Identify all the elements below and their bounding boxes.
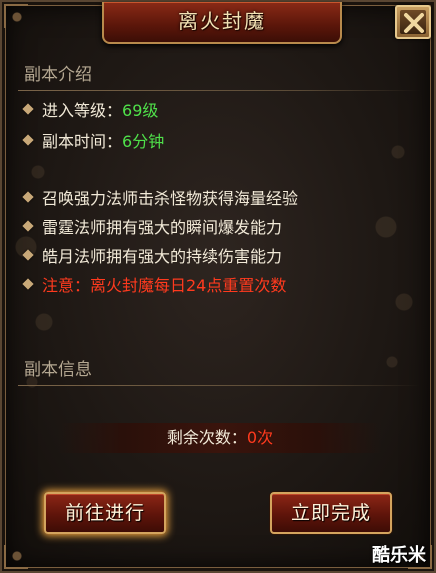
- divider: [18, 385, 420, 386]
- dungeon-dialog: 离火封魔 副本介绍 进入等级：69级 副本时间：6分钟 召唤强力法师击杀怪物获得…: [0, 0, 436, 573]
- tip-text: 雷霆法师拥有强大的瞬间爆发能力: [42, 218, 283, 237]
- tip-row: 雷霆法师拥有强大的瞬间爆发能力: [22, 217, 283, 239]
- diamond-bullet-icon: [22, 103, 34, 115]
- title-bar: 离火封魔: [102, 2, 342, 44]
- watermark: 酷乐米: [372, 545, 426, 566]
- close-button[interactable]: [395, 5, 431, 39]
- remaining-label: 剩余次数：: [166, 428, 247, 447]
- diamond-bullet-icon: [22, 278, 34, 290]
- right-ornament: [368, 92, 428, 392]
- intro-section-title: 副本介绍: [24, 65, 92, 85]
- info-section-title: 副本信息: [24, 360, 92, 380]
- diamond-bullet-icon: [22, 134, 34, 146]
- diamond-bullet-icon: [22, 220, 34, 232]
- level-value: 69级: [122, 101, 159, 120]
- tip-row: 召唤强力法师击杀怪物获得海量经验: [22, 188, 299, 210]
- diamond-bullet-icon: [22, 249, 34, 261]
- go-button[interactable]: 前往进行: [44, 492, 166, 534]
- time-row: 副本时间：6分钟: [22, 131, 165, 153]
- dialog-title: 离火封魔: [178, 9, 266, 33]
- remaining-count-bar: 剩余次数：0次: [58, 423, 382, 453]
- tip-row: 皓月法师拥有强大的持续伤害能力: [22, 246, 283, 268]
- corner-ornament: [4, 545, 28, 569]
- reset-notice: 注意：离火封魔每日24点重置次数: [42, 276, 287, 295]
- tip-text: 召唤强力法师击杀怪物获得海量经验: [42, 189, 299, 208]
- finish-now-button[interactable]: 立即完成: [270, 492, 392, 534]
- time-label: 副本时间：: [42, 132, 123, 151]
- notice-row: 注意：离火封魔每日24点重置次数: [22, 275, 287, 297]
- level-label: 进入等级：: [42, 101, 123, 120]
- remaining-value: 0次: [246, 428, 274, 447]
- level-row: 进入等级：69级: [22, 100, 159, 122]
- divider: [18, 90, 420, 91]
- time-value: 6分钟: [122, 132, 165, 151]
- corner-ornament: [4, 4, 28, 28]
- tip-text: 皓月法师拥有强大的持续伤害能力: [42, 247, 283, 266]
- diamond-bullet-icon: [22, 191, 34, 203]
- close-x-icon: [404, 13, 424, 33]
